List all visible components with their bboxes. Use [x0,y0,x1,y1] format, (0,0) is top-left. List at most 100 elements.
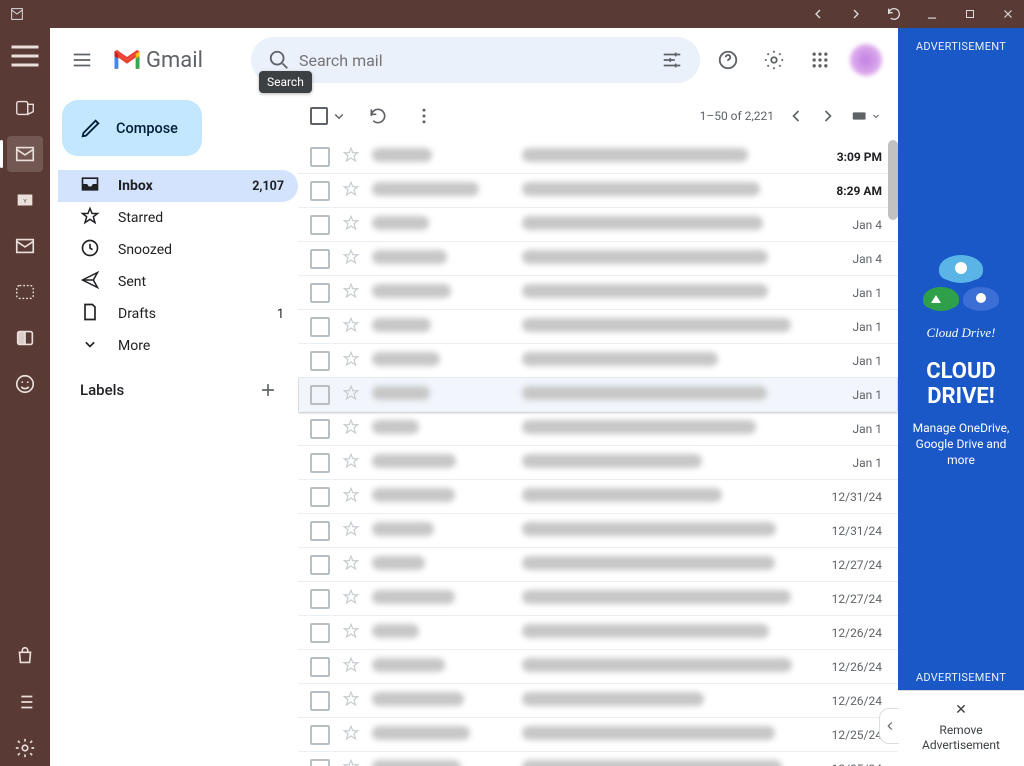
ad-image[interactable] [916,251,1006,321]
help-icon[interactable] [708,40,748,80]
collapse-ad-icon[interactable] [879,708,899,744]
rail-panel-icon[interactable] [7,320,43,356]
nav-sent[interactable]: Sent [58,266,298,298]
star-icon[interactable] [342,384,360,406]
window-close-icon[interactable] [1000,6,1016,22]
rail-settings-icon[interactable] [7,730,43,766]
nav-more[interactable]: More [58,330,298,362]
mail-row[interactable]: Jan 4 [298,208,898,242]
star-icon[interactable] [342,554,360,576]
mail-row[interactable]: 12/26/24 [298,616,898,650]
nav-forward-icon[interactable] [848,6,864,22]
star-icon[interactable] [342,690,360,712]
rail-menu-icon[interactable] [7,38,43,74]
star-icon[interactable] [342,758,360,766]
search-icon[interactable] [259,49,299,71]
rail-mail2-icon[interactable] [7,228,43,264]
account-avatar[interactable] [850,44,882,76]
search-bar[interactable]: Search [251,37,700,83]
star-icon[interactable] [342,656,360,678]
mail-row[interactable]: Jan 1 [298,276,898,310]
row-checkbox[interactable] [310,691,330,711]
row-checkbox[interactable] [310,521,330,541]
search-options-icon[interactable] [652,49,692,71]
add-label-icon[interactable] [254,376,282,404]
star-icon[interactable] [342,248,360,270]
mail-row[interactable]: 12/27/24 [298,582,898,616]
rail-list-icon[interactable] [7,684,43,720]
compose-button[interactable]: Compose [62,100,202,156]
scrollbar[interactable] [888,140,898,220]
row-checkbox[interactable] [310,555,330,575]
window-maximize-icon[interactable] [962,6,978,22]
row-checkbox[interactable] [310,147,330,167]
star-icon[interactable] [342,282,360,304]
row-checkbox[interactable] [310,215,330,235]
gmail-menu-icon[interactable] [60,38,104,82]
mail-row[interactable]: Jan 1 [298,344,898,378]
mail-row[interactable]: 12/26/24 [298,650,898,684]
mail-row[interactable]: 12/26/24 [298,684,898,718]
mail-row[interactable]: 8:29 AM [298,174,898,208]
star-icon[interactable] [342,486,360,508]
row-checkbox[interactable] [310,419,330,439]
search-input[interactable] [299,51,652,70]
mail-row[interactable]: 12/25/24 [298,752,898,766]
row-checkbox[interactable] [310,453,330,473]
rail-outlook-icon[interactable] [7,90,43,126]
nav-snoozed[interactable]: Snoozed [58,234,298,266]
mail-row[interactable]: 12/25/24 [298,718,898,752]
row-checkbox[interactable] [310,657,330,677]
page-prev-icon[interactable] [780,100,812,132]
nav-drafts[interactable]: Drafts1 [58,298,298,330]
row-checkbox[interactable] [310,725,330,745]
row-checkbox[interactable] [310,351,330,371]
nav-reload-icon[interactable] [886,6,902,22]
row-checkbox[interactable] [310,759,330,766]
star-icon[interactable] [342,622,360,644]
mail-row[interactable]: 12/27/24 [298,548,898,582]
star-icon[interactable] [342,520,360,542]
row-checkbox[interactable] [310,249,330,269]
star-icon[interactable] [342,588,360,610]
window-minimize-icon[interactable] [924,6,940,22]
row-checkbox[interactable] [310,487,330,507]
mail-row[interactable]: 3:09 PM [298,140,898,174]
input-tools-icon[interactable] [850,100,882,132]
row-checkbox[interactable] [310,385,330,405]
more-icon[interactable] [408,100,440,132]
remove-ad-button[interactable]: ✕ Remove Advertisement [898,690,1024,766]
mail-row[interactable]: Jan 4 [298,242,898,276]
rail-gmail-icon[interactable] [7,136,43,172]
settings-gear-icon[interactable] [754,40,794,80]
page-next-icon[interactable] [812,100,844,132]
star-icon[interactable] [342,180,360,202]
mail-row[interactable]: Jan 1 [298,446,898,480]
gmail-logo[interactable]: Gmail [112,48,203,73]
star-icon[interactable] [342,724,360,746]
mail-row[interactable]: Jan 1 [298,412,898,446]
star-icon[interactable] [342,316,360,338]
rail-mail3-icon[interactable] [7,274,43,310]
star-icon[interactable] [342,214,360,236]
nav-inbox[interactable]: Inbox2,107 [58,170,298,202]
mail-row[interactable]: Jan 1 [298,378,898,412]
chevron-down-icon[interactable] [330,107,348,125]
mail-row[interactable]: 12/31/24 [298,514,898,548]
apps-grid-icon[interactable] [800,40,840,80]
row-checkbox[interactable] [310,623,330,643]
star-icon[interactable] [342,350,360,372]
rail-smile-icon[interactable] [7,366,43,402]
rail-bag-icon[interactable] [7,638,43,674]
row-checkbox[interactable] [310,317,330,337]
star-icon[interactable] [342,452,360,474]
star-icon[interactable] [342,418,360,440]
row-checkbox[interactable] [310,181,330,201]
row-checkbox[interactable] [310,283,330,303]
mail-row[interactable]: 12/31/24 [298,480,898,514]
nav-back-icon[interactable] [810,6,826,22]
select-all-checkbox[interactable] [310,107,348,125]
row-checkbox[interactable] [310,589,330,609]
mail-row[interactable]: Jan 1 [298,310,898,344]
star-icon[interactable] [342,146,360,168]
